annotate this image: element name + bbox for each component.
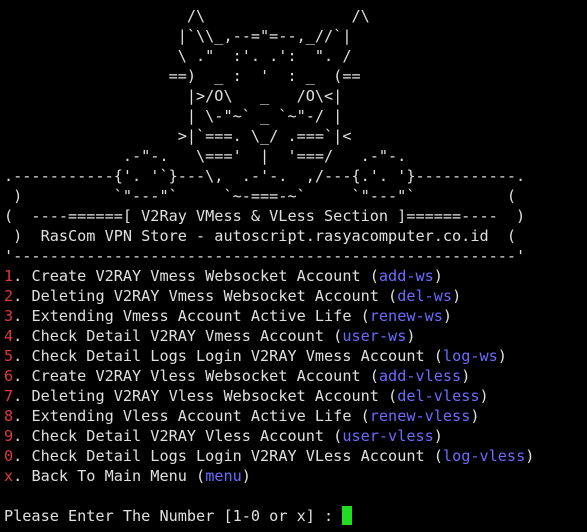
banner-line: |`\\_,--="=--,_//`| xyxy=(4,27,352,45)
menu-paren: ) xyxy=(433,267,443,285)
menu-command: renew-vless xyxy=(369,407,471,425)
menu-paren: ) xyxy=(433,427,443,445)
menu-command: add-ws xyxy=(378,267,434,285)
menu-number: 9 xyxy=(4,427,14,445)
menu-number: 6 xyxy=(4,367,14,385)
menu-item-add-vless[interactable]: 6. Create V2RAY Vless Websocket Account … xyxy=(4,366,587,386)
menu-label: . Check Detail V2RAY Vmess Account ( xyxy=(13,327,343,345)
menu-command: del-ws xyxy=(397,287,453,305)
menu-item-add-ws[interactable]: 1. Create V2RAY Vmess Websocket Account … xyxy=(4,266,587,286)
menu-number: 3 xyxy=(4,307,14,325)
menu-number: 0 xyxy=(4,447,14,465)
banner-line: |>/O\ _ /O\<| xyxy=(4,87,343,105)
menu-list: 1. Create V2RAY Vmess Websocket Account … xyxy=(4,266,587,486)
menu-command: menu xyxy=(205,467,242,485)
ascii-banner: /\ /\ |`\\_,--="=--,_//`| \ ." :'. .': "… xyxy=(4,6,587,266)
banner-title-line: ( ----======[ V2Ray VMess & VLess Sectio… xyxy=(4,207,526,225)
menu-label: . Extending Vless Account Active Life ( xyxy=(13,407,370,425)
menu-item-renew-ws[interactable]: 3. Extending Vmess Account Active Life (… xyxy=(4,306,587,326)
menu-item-user-ws[interactable]: 4. Check Detail V2RAY Vmess Account (use… xyxy=(4,326,587,346)
menu-command: log-ws xyxy=(442,347,498,365)
menu-command: add-vless xyxy=(378,367,462,385)
menu-number: 2 xyxy=(4,287,14,305)
menu-label: . Deleting V2RAY Vless Websocket Account… xyxy=(13,387,398,405)
menu-item-back[interactable]: x. Back To Main Menu (menu) xyxy=(4,466,587,486)
banner-line: >|`===. \_/ .===`|< xyxy=(4,127,352,145)
banner-line: ==) _ : ' : _ (== xyxy=(4,67,361,85)
menu-paren: ) xyxy=(241,467,251,485)
menu-paren: ) xyxy=(461,367,471,385)
prompt-text: Please Enter The Number [1-0 or x] : xyxy=(4,507,343,525)
banner-line: '---------------------------------------… xyxy=(4,247,526,265)
banner-line: | \-"~` _ `~"-/ | xyxy=(4,107,343,125)
banner-store-line: ) RasCom VPN Store - autoscript.rasyacom… xyxy=(4,227,517,245)
menu-command: user-ws xyxy=(342,327,407,345)
menu-number: x xyxy=(4,467,14,485)
menu-item-del-vless[interactable]: 7. Deleting V2RAY Vless Websocket Accoun… xyxy=(4,386,587,406)
menu-label: . Check Detail Logs Login V2RAY Vmess Ac… xyxy=(13,347,443,365)
menu-command: log-vless xyxy=(442,447,526,465)
menu-command: user-vless xyxy=(342,427,434,445)
menu-paren: ) xyxy=(406,327,416,345)
menu-item-log-ws[interactable]: 5. Check Detail Logs Login V2RAY Vmess A… xyxy=(4,346,587,366)
menu-item-user-vless[interactable]: 9. Check Detail V2RAY Vless Account (use… xyxy=(4,426,587,446)
menu-label: . Extending Vmess Account Active Life ( xyxy=(13,307,370,325)
menu-item-log-vless[interactable]: 0. Check Detail Logs Login V2RAY VLess A… xyxy=(4,446,587,466)
banner-line: /\ /\ xyxy=(4,7,370,25)
input-prompt-line[interactable]: Please Enter The Number [1-0 or x] : xyxy=(4,506,587,526)
menu-item-renew-vless[interactable]: 8. Extending Vless Account Active Life (… xyxy=(4,406,587,426)
menu-paren: ) xyxy=(470,407,480,425)
menu-paren: ) xyxy=(525,447,535,465)
menu-number: 1 xyxy=(4,267,14,285)
menu-command: del-vless xyxy=(397,387,480,405)
menu-paren: ) xyxy=(497,347,507,365)
banner-line: ) `"---"` `~-===-~` `"---"` ( xyxy=(4,187,517,205)
menu-number: 4 xyxy=(4,327,14,345)
menu-label: . Check Detail V2RAY Vless Account ( xyxy=(13,427,343,445)
menu-label: . Back To Main Menu ( xyxy=(13,467,206,485)
menu-label: . Create V2RAY Vless Websocket Account ( xyxy=(13,367,379,385)
text-cursor[interactable] xyxy=(342,506,353,525)
menu-label: . Deleting V2RAY Vmess Websocket Account… xyxy=(13,287,398,305)
menu-paren: ) xyxy=(479,387,489,405)
banner-line: .-----------{'. '`}---\, .-'-. ,/---{.'.… xyxy=(4,167,526,185)
menu-command: renew-ws xyxy=(369,307,443,325)
banner-line: .-"-. \===' | '===/ .-"-. xyxy=(4,147,407,165)
menu-number: 8 xyxy=(4,407,14,425)
menu-label: . Create V2RAY Vmess Websocket Account ( xyxy=(13,267,379,285)
menu-label: . Check Detail Logs Login V2RAY VLess Ac… xyxy=(13,447,443,465)
banner-line: \ ." :'. .': ". / xyxy=(4,47,352,65)
menu-number: 7 xyxy=(4,387,14,405)
menu-paren: ) xyxy=(442,307,453,325)
menu-item-del-ws[interactable]: 2. Deleting V2RAY Vmess Websocket Accoun… xyxy=(4,286,587,306)
menu-paren: ) xyxy=(452,287,462,305)
terminal-window[interactable]: /\ /\ |`\\_,--="=--,_//`| \ ." :'. .': "… xyxy=(0,0,587,532)
menu-number: 5 xyxy=(4,347,14,365)
